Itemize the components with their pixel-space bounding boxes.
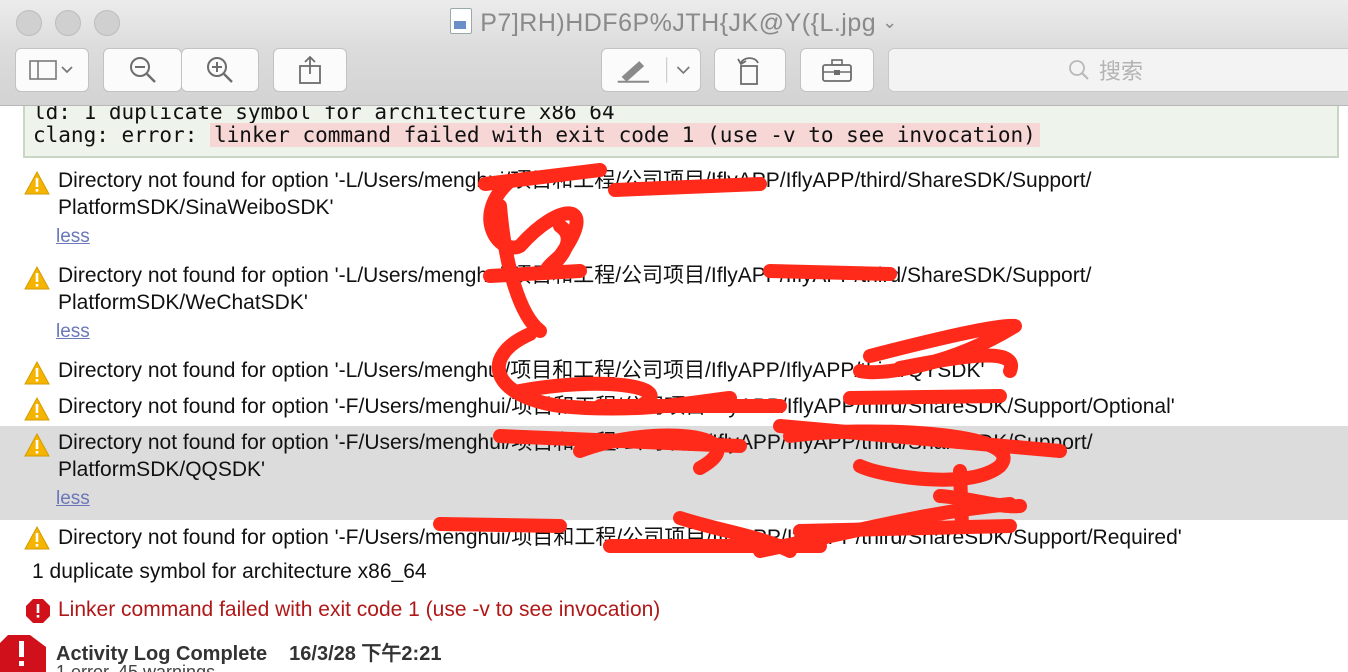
issue-text: Directory not found for option '-F/Users… (58, 526, 1182, 549)
compiler-output-line: ld: 1 duplicate symbol for architecture … (33, 106, 615, 124)
list-item[interactable]: 1 duplicate symbol for architecture x86_… (0, 557, 1348, 593)
window-title[interactable]: P7]RH)HDF6P%JTH{JK@Y({L.jpg ⌄ (0, 8, 1348, 38)
zoom-out-icon (129, 57, 156, 83)
search-placeholder: 搜索 (1099, 59, 1144, 84)
compiler-output-box: ld: 1 duplicate symbol for architecture … (23, 106, 1339, 158)
rotate-button[interactable] (714, 48, 786, 92)
list-item-selected[interactable]: Directory not found for option '-F/Users… (0, 426, 1348, 520)
list-item[interactable]: Directory not found for option '-F/Users… (0, 521, 1348, 557)
issue-text: PlatformSDK/SinaWeiboSDK' (58, 196, 334, 219)
warning-icon (24, 361, 50, 385)
issue-count-summary: 1 error, 45 warnings (56, 662, 216, 672)
title-bar: P7]RH)HDF6P%JTH{JK@Y({L.jpg ⌄ (0, 0, 1348, 48)
zoom-out-button[interactable] (103, 48, 182, 92)
error-badge-icon (0, 635, 46, 672)
highlighted-error: linker command failed with exit code 1 (… (210, 123, 1040, 147)
image-file-icon (450, 8, 473, 34)
less-link[interactable]: less (56, 226, 90, 248)
list-item[interactable]: Directory not found for option '-L/Users… (0, 261, 1348, 355)
issue-text: PlatformSDK/WeChatSDK' (58, 291, 308, 314)
list-item[interactable]: Directory not found for option '-F/Users… (0, 392, 1348, 428)
less-link[interactable]: less (56, 488, 90, 510)
less-link[interactable]: less (56, 321, 90, 343)
list-item[interactable]: Linker command failed with exit code 1 (… (0, 593, 1348, 629)
toolbar: 搜索 (0, 48, 1348, 106)
issue-text: Directory not found for option '-L/Users… (58, 264, 1092, 287)
markup-button[interactable] (601, 48, 701, 92)
toolbox-icon (822, 59, 852, 82)
share-button[interactable] (273, 48, 347, 92)
warning-icon (24, 266, 50, 290)
list-item[interactable]: Directory not found for option '-L/Users… (0, 356, 1348, 392)
warning-icon (24, 526, 50, 550)
error-icon (26, 599, 50, 623)
zoom-in-button[interactable] (181, 48, 259, 92)
compiler-output-line: clang: error: linker command failed with… (33, 123, 1040, 147)
zoom-in-icon (207, 57, 233, 83)
search-icon (1069, 60, 1089, 80)
build-log[interactable]: ld: 1 duplicate symbol for architecture … (0, 106, 1348, 672)
pen-icon (617, 57, 690, 83)
error-prefix: clang: error: (33, 123, 211, 147)
list-item[interactable]: Directory not found for option '-L/Users… (0, 166, 1348, 260)
warning-icon (24, 433, 50, 457)
window-title-text: P7]RH)HDF6P%JTH{JK@Y({L.jpg (480, 9, 877, 37)
warning-icon (24, 397, 50, 421)
search-input[interactable]: 搜索 (888, 48, 1348, 92)
share-icon (299, 55, 321, 84)
error-text: Linker command failed with exit code 1 (… (58, 598, 661, 621)
sidebar-icon (29, 60, 73, 80)
sidebar-toggle-button[interactable] (15, 48, 89, 92)
toolbox-button[interactable] (800, 48, 874, 92)
activity-log-summary[interactable]: Activity Log Complete 16/3/28 下午2:21 1 er… (0, 631, 1348, 672)
activity-timestamp: 16/3/28 下午2:21 (289, 643, 442, 665)
issue-text: Directory not found for option '-L/Users… (58, 169, 1092, 192)
issue-text: Directory not found for option '-L/Users… (58, 359, 985, 382)
issue-text: PlatformSDK/QQSDK' (58, 458, 266, 481)
warning-icon (24, 171, 50, 195)
rotate-icon (737, 57, 759, 85)
duplicate-symbol-text: 1 duplicate symbol for architecture x86_… (32, 560, 427, 583)
issue-text: Directory not found for option '-F/Users… (58, 431, 1093, 454)
issue-text: Directory not found for option '-F/Users… (58, 395, 1175, 418)
chevron-down-icon[interactable]: ⌄ (882, 12, 898, 32)
